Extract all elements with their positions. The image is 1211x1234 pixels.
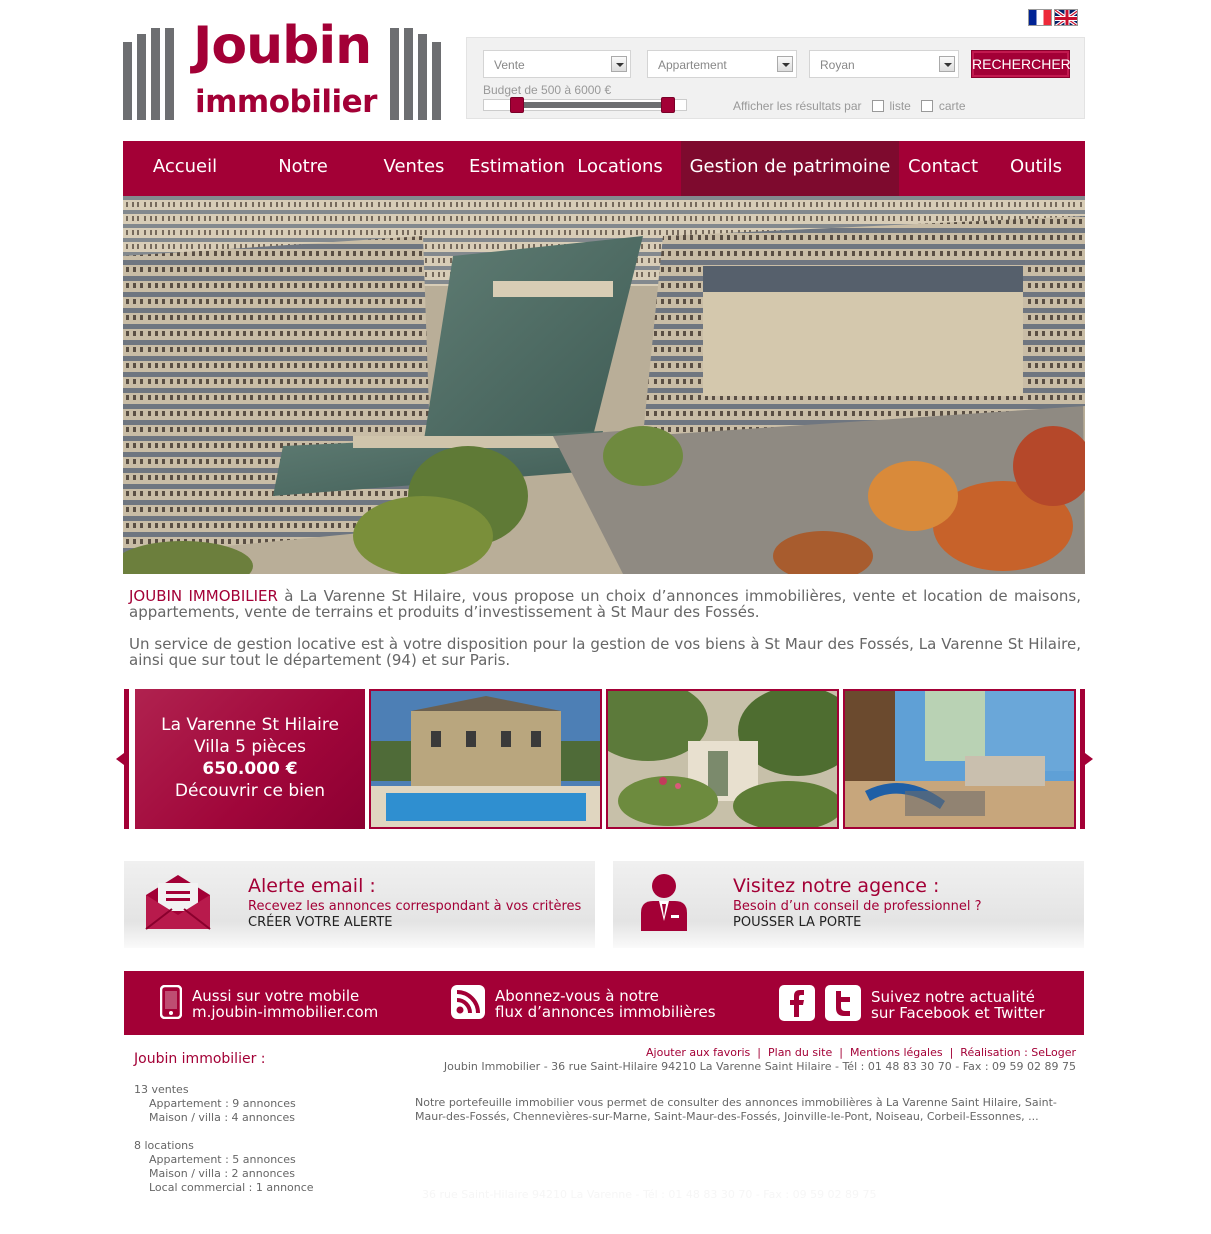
sales-apartments[interactable]: Appartement : 9 annonces bbox=[134, 1097, 314, 1111]
rss-line-2: flux d’annonces immobilières bbox=[495, 1002, 716, 1021]
property-type-select[interactable]: Appartement bbox=[647, 50, 797, 78]
budget-slider[interactable] bbox=[483, 97, 687, 113]
flag-fr-icon[interactable] bbox=[1028, 9, 1052, 26]
rss-line-1: Abonnez-vous à notre bbox=[495, 986, 659, 1005]
property-thumbnail[interactable] bbox=[843, 689, 1076, 829]
property-thumbnail[interactable] bbox=[606, 689, 839, 829]
main-nav: Accueil Notre agence Ventes Estimation L… bbox=[123, 141, 1085, 229]
visit-agency-subtitle: Besoin d’un conseil de professionnel ? bbox=[733, 899, 982, 914]
add-favorites-link[interactable]: Ajouter aux favoris bbox=[646, 1046, 750, 1059]
smartphone-icon bbox=[159, 984, 183, 1022]
chevron-right-icon bbox=[1085, 753, 1093, 765]
email-alert-title: Alerte email : bbox=[248, 875, 376, 897]
budget-slider-range bbox=[518, 102, 669, 108]
nav-item-contact[interactable]: Contact bbox=[899, 141, 987, 196]
nav-item-notre-agence[interactable]: Notre agence bbox=[247, 141, 359, 229]
search-panel: Vente Appartement Royan RECHERCHER Budge… bbox=[466, 37, 1085, 119]
rss-icon bbox=[451, 985, 485, 1022]
legal-notice-link[interactable]: Mentions légales bbox=[850, 1046, 943, 1059]
nav-item-ventes[interactable]: Ventes bbox=[359, 141, 469, 196]
display-label: Afficher les résultats par bbox=[733, 99, 862, 113]
mobile-site-link[interactable]: Aussi sur votre mobile m.joubin-immobili… bbox=[159, 984, 379, 1022]
listing-summary-title: Joubin immobilier : bbox=[134, 1051, 266, 1067]
display-list-checkbox[interactable] bbox=[871, 100, 884, 112]
property-thumbnail[interactable] bbox=[369, 689, 602, 829]
city-select-value: Royan bbox=[820, 58, 855, 72]
rentals-apartments[interactable]: Appartement : 5 annonces bbox=[134, 1153, 314, 1167]
email-alert-subtitle: Recevez les annonces correspondant à vos… bbox=[248, 899, 582, 914]
chevron-left-icon bbox=[116, 753, 124, 765]
nav-item-outils[interactable]: Outils bbox=[987, 141, 1085, 196]
sales-houses[interactable]: Maison / villa : 4 annonces bbox=[134, 1111, 314, 1125]
transaction-select[interactable]: Vente bbox=[483, 50, 631, 78]
carousel-prev-button[interactable] bbox=[116, 689, 129, 829]
featured-price: 650.000 € bbox=[202, 759, 298, 779]
featured-type: Villa 5 pièces bbox=[193, 737, 307, 757]
logo-subtitle: immobilier bbox=[195, 84, 377, 120]
featured-cta[interactable]: Découvrir ce bien bbox=[135, 780, 365, 802]
listing-summary: Joubin immobilier : 13 ventes Appartemen… bbox=[134, 1051, 314, 1195]
display-map-label: carte bbox=[938, 99, 966, 113]
create-alert-link[interactable]: CRÉER VOTRE ALERTE bbox=[248, 915, 393, 930]
visit-agency-title: Visitez notre agence : bbox=[733, 875, 940, 897]
chevron-down-icon bbox=[611, 56, 627, 72]
featured-property-card[interactable]: La Varenne St Hilaire Villa 5 pièces 650… bbox=[135, 689, 365, 829]
budget-max-handle[interactable] bbox=[661, 97, 675, 113]
intro-text: JOUBIN IMMOBILIER à La Varenne St Hilair… bbox=[129, 588, 1081, 684]
footer-links: Ajouter aux favoris | Plan du site | Mention… bbox=[646, 1046, 1076, 1059]
property-type-select-value: Appartement bbox=[658, 58, 727, 72]
twitter-icon[interactable] bbox=[825, 985, 861, 1024]
social-line-1: Suivez notre actualité bbox=[871, 987, 1035, 1006]
rss-feed-link[interactable]: Abonnez-vous à notre flux d’annonces imm… bbox=[451, 985, 716, 1022]
sitemap-link[interactable]: Plan du site bbox=[768, 1046, 832, 1059]
logo-title: Joubin bbox=[193, 16, 372, 76]
flag-uk-icon[interactable] bbox=[1054, 9, 1078, 26]
carousel-next-button[interactable] bbox=[1080, 689, 1093, 829]
city-select[interactable]: Royan bbox=[809, 50, 959, 78]
nav-item-estimation[interactable]: Estimation bbox=[469, 141, 565, 196]
search-button[interactable]: RECHERCHER bbox=[971, 50, 1071, 78]
rentals-houses[interactable]: Maison / villa : 2 annonces bbox=[134, 1167, 314, 1181]
intro-paragraph-2: Un service de gestion locative est à vot… bbox=[129, 635, 1081, 669]
nav-item-accueil[interactable]: Accueil bbox=[123, 141, 247, 196]
nav-item-gestion-de-patrimoine[interactable]: Gestion de patrimoine bbox=[681, 141, 899, 196]
email-alert-box[interactable]: Alerte email : Recevez les annonces corr… bbox=[124, 861, 595, 948]
logo-bars-right-icon bbox=[390, 28, 441, 120]
hero-image bbox=[123, 196, 1085, 574]
faded-address: 36 rue Saint-Hilaire 94210 La Varenne - … bbox=[422, 1188, 877, 1201]
display-map-checkbox[interactable] bbox=[920, 100, 933, 112]
facebook-icon[interactable] bbox=[779, 985, 815, 1024]
mobile-line-2: m.joubin-immobilier.com bbox=[192, 1002, 379, 1021]
rentals-count[interactable]: 8 locations bbox=[134, 1139, 314, 1153]
portfolio-text: Notre portefeuille immobilier vous perme… bbox=[415, 1096, 1057, 1123]
budget-label: Budget de 500 à 6000 € bbox=[483, 83, 612, 97]
sales-count[interactable]: 13 ventes bbox=[134, 1083, 314, 1097]
chevron-down-icon bbox=[777, 56, 793, 72]
mobile-line-1: Aussi sur votre mobile bbox=[192, 986, 360, 1005]
visit-agency-link[interactable]: POUSSER LA PORTE bbox=[733, 915, 861, 930]
visit-agency-box[interactable]: Visitez notre agence : Besoin d’un conse… bbox=[613, 861, 1084, 948]
agency-address: Joubin Immobilier - 36 rue Saint-Hilaire… bbox=[443, 1060, 1076, 1073]
intro-paragraph-1: JOUBIN IMMOBILIER à La Varenne St Hilair… bbox=[129, 588, 1081, 620]
footer-band: Aussi sur votre mobile m.joubin-immobili… bbox=[124, 971, 1084, 1035]
display-list-label: liste bbox=[889, 99, 911, 113]
credits-link[interactable]: Réalisation : SeLoger bbox=[960, 1046, 1076, 1059]
featured-location: La Varenne St Hilaire bbox=[161, 715, 339, 735]
transaction-select-value: Vente bbox=[494, 58, 525, 72]
language-switcher bbox=[1028, 9, 1078, 26]
logo-bars-left-icon bbox=[123, 28, 174, 120]
site-logo[interactable]: Joubin immobilier bbox=[123, 16, 441, 122]
chevron-down-icon bbox=[939, 56, 955, 72]
rentals-commercial[interactable]: Local commercial : 1 annonce bbox=[134, 1181, 314, 1195]
agent-icon bbox=[639, 873, 689, 935]
nav-item-locations[interactable]: Locations bbox=[559, 141, 681, 196]
social-line-2: sur Facebook et Twitter bbox=[871, 1003, 1045, 1022]
envelope-icon bbox=[144, 873, 212, 937]
budget-min-handle[interactable] bbox=[510, 97, 524, 113]
social-links: Suivez notre actualité sur Facebook et T… bbox=[779, 985, 1045, 1024]
display-options: Afficher les résultats par liste carte bbox=[733, 99, 966, 113]
